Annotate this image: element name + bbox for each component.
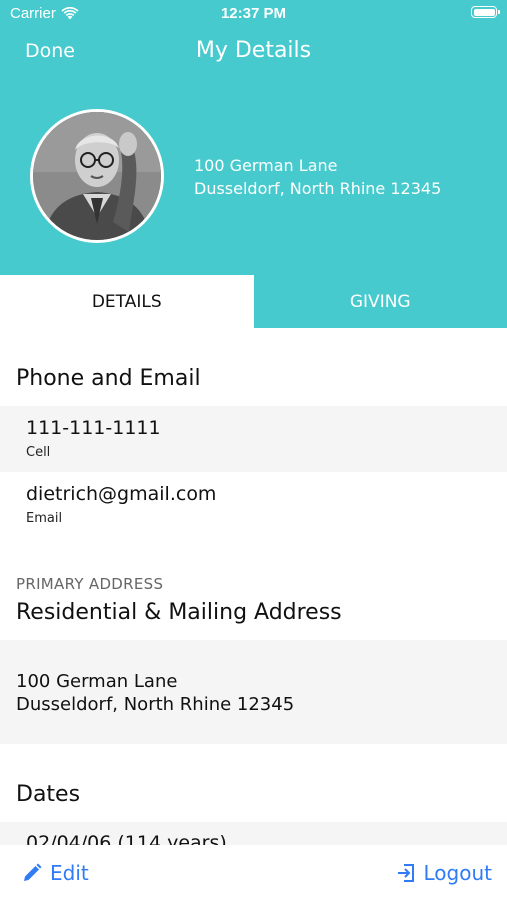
bottom-toolbar: Edit Logout: [0, 845, 507, 900]
pencil-icon: [24, 863, 42, 881]
address-line2: Dusseldorf, North Rhine 12345: [16, 694, 295, 715]
primary-address-overline: PRIMARY ADDRESS: [16, 575, 164, 593]
phone-label: Cell: [26, 445, 51, 460]
email-value: dietrich@gmail.com: [26, 483, 217, 505]
avatar: [30, 109, 164, 243]
address-title: Residential & Mailing Address: [16, 600, 342, 625]
tab-giving[interactable]: GIVING: [253, 275, 507, 328]
profile-address-line1: 100 German Lane: [194, 156, 338, 175]
avatar-photo-icon: [33, 112, 161, 240]
edit-label: Edit: [50, 861, 89, 885]
email-label: Email: [26, 511, 63, 526]
phone-row[interactable]: 111-111-1111 Cell: [0, 406, 507, 472]
dates-title: Dates: [16, 782, 81, 807]
address-lines: 100 German Lane Dusseldorf, North Rhine …: [16, 670, 294, 716]
phone-value: 111-111-1111: [26, 417, 161, 439]
status-bar: Carrier 12:37 PM: [0, 0, 507, 28]
address-row[interactable]: 100 German Lane Dusseldorf, North Rhine …: [0, 640, 507, 744]
edit-button[interactable]: Edit: [22, 861, 89, 885]
battery-icon: [471, 6, 500, 18]
page-title: My Details: [195, 38, 312, 63]
address-line1: 100 German Lane: [16, 671, 178, 692]
profile-address: 100 German Lane Dusseldorf, North Rhine …: [194, 154, 441, 200]
tab-details[interactable]: DETAILS: [0, 275, 254, 328]
logout-button[interactable]: Logout: [396, 861, 492, 885]
profile-header: Done My Details 100 German Lane Dusseldo…: [0, 0, 507, 275]
tab-bar: DETAILS GIVING: [0, 275, 507, 328]
phone-email-title: Phone and Email: [16, 366, 201, 391]
email-row[interactable]: dietrich@gmail.com Email: [0, 472, 507, 538]
profile-address-line2: Dusseldorf, North Rhine 12345: [194, 179, 442, 198]
logout-label: Logout: [423, 861, 492, 885]
logout-icon: [397, 864, 414, 882]
status-time: 12:37 PM: [220, 5, 287, 22]
